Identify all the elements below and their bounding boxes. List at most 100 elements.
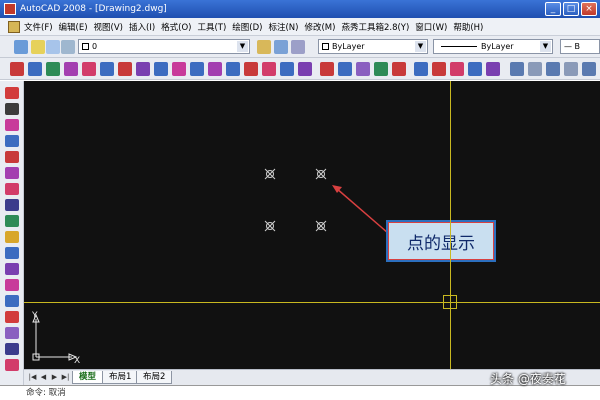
sheet-set-icon[interactable] — [468, 62, 482, 76]
tab-layout2[interactable]: 布局2 — [136, 371, 173, 384]
last-tab-icon[interactable]: ▶| — [61, 373, 70, 382]
aligned-dimension-icon[interactable] — [28, 62, 42, 76]
document-icon[interactable] — [8, 20, 20, 33]
tool-palettes-icon[interactable] — [450, 62, 464, 76]
spline-icon[interactable] — [5, 215, 19, 227]
menu-yanxiu-toolbox[interactable]: 燕秀工具箱2.8(Y) — [341, 21, 415, 33]
chevron-down-icon[interactable]: ▼ — [415, 41, 426, 52]
properties-icon[interactable] — [414, 62, 428, 76]
make-block-icon[interactable] — [5, 263, 19, 275]
revision-cloud-icon[interactable] — [5, 199, 19, 211]
tab-layout1[interactable]: 布局1 — [102, 371, 139, 384]
rectangle-icon[interactable] — [5, 151, 19, 163]
layers-properties-toolbar: 0 ▼ ByLayer ▼ ByLayer ▼ — B — [0, 36, 600, 58]
gradient-icon[interactable] — [5, 311, 19, 323]
lineweight-dropdown[interactable]: — B — [560, 39, 600, 54]
edit-icon[interactable] — [392, 62, 406, 76]
quick-dimension-icon[interactable] — [154, 62, 168, 76]
arc-icon[interactable] — [5, 167, 19, 179]
linear-dimension-icon[interactable] — [10, 62, 24, 76]
chevron-down-icon[interactable]: ▼ — [237, 41, 248, 52]
jogged-linear-icon[interactable] — [298, 62, 312, 76]
color-icon[interactable] — [374, 62, 388, 76]
menu-tools[interactable]: 工具(T) — [197, 21, 232, 33]
menu-window[interactable]: 窗口(W) — [415, 21, 453, 33]
insert-block-icon[interactable] — [5, 247, 19, 259]
center-mark-icon[interactable] — [262, 62, 276, 76]
zoom-previous-icon[interactable] — [564, 62, 578, 76]
command-line[interactable]: 命令: 取消 — [0, 385, 600, 400]
dimension-toolbar — [0, 58, 600, 80]
color-value: ByLayer — [332, 42, 365, 51]
menu-draw[interactable]: 绘图(D) — [232, 21, 268, 33]
menu-dimension[interactable]: 标注(N) — [268, 21, 304, 33]
point-icon[interactable] — [5, 279, 19, 291]
menu-insert[interactable]: 插入(I) — [129, 21, 161, 33]
ucs-y-label: Y — [32, 311, 38, 321]
inspection-icon[interactable] — [280, 62, 294, 76]
watermark: 头条 @夜奏花 — [490, 372, 566, 386]
callout-arrow — [332, 185, 389, 234]
minimize-button[interactable]: _ — [545, 2, 561, 16]
layer-freeze-icon[interactable] — [46, 40, 60, 54]
menu-view[interactable]: 视图(V) — [94, 21, 129, 33]
spacing-icon[interactable] — [208, 62, 222, 76]
menu-format[interactable]: 格式(O) — [161, 21, 197, 33]
ellipse-icon[interactable] — [5, 231, 19, 243]
continue-icon[interactable] — [190, 62, 204, 76]
layer-manager-icon[interactable] — [14, 40, 28, 54]
layer-dropdown[interactable]: 0 ▼ — [78, 39, 250, 54]
text-style-icon[interactable] — [320, 62, 334, 76]
lineweight-value: — B — [564, 42, 581, 51]
first-tab-icon[interactable]: |◀ — [28, 373, 37, 382]
markup-icon[interactable] — [486, 62, 500, 76]
zoom-realtime-icon[interactable] — [528, 62, 542, 76]
zoom-window-icon[interactable] — [546, 62, 560, 76]
layer-lock-icon[interactable] — [61, 40, 75, 54]
construction-line-icon[interactable] — [5, 103, 19, 115]
layer-on-icon[interactable] — [31, 40, 45, 54]
linetype-dropdown[interactable]: ByLayer ▼ — [433, 39, 553, 54]
menu-file[interactable]: 文件(F) — [24, 21, 59, 33]
polygon-icon[interactable] — [5, 135, 19, 147]
hatch-icon[interactable] — [5, 295, 19, 307]
menu-edit[interactable]: 编辑(E) — [59, 21, 94, 33]
design-center-icon[interactable] — [432, 62, 446, 76]
jogged-icon[interactable] — [100, 62, 114, 76]
polyline-icon[interactable] — [5, 119, 19, 131]
tolerance-icon[interactable] — [244, 62, 258, 76]
radius-icon[interactable] — [82, 62, 96, 76]
next-tab-icon[interactable]: ▶ — [50, 373, 59, 382]
circle-icon[interactable] — [5, 183, 19, 195]
line-icon[interactable] — [5, 87, 19, 99]
arc-length-icon[interactable] — [46, 62, 60, 76]
layer-previous-icon[interactable] — [274, 40, 288, 54]
regen-icon[interactable] — [582, 62, 596, 76]
ucs-x-label: X — [74, 356, 81, 366]
drawing-canvas[interactable]: 点的显示 Y X — [24, 81, 600, 369]
chevron-down-icon[interactable]: ▼ — [540, 41, 551, 52]
pan-icon[interactable] — [510, 62, 524, 76]
menu-modify[interactable]: 修改(M) — [304, 21, 341, 33]
close-button[interactable]: × — [581, 2, 597, 16]
ordinate-icon[interactable] — [64, 62, 78, 76]
menu-help[interactable]: 帮助(H) — [453, 21, 489, 33]
tab-model[interactable]: 模型 — [72, 371, 104, 384]
layer-match-icon[interactable] — [291, 40, 305, 54]
table-style-icon[interactable] — [356, 62, 370, 76]
break-icon[interactable] — [226, 62, 240, 76]
autocad-app-icon[interactable] — [4, 3, 16, 15]
table-icon[interactable] — [5, 343, 19, 355]
angular-icon[interactable] — [136, 62, 150, 76]
multiline-text-icon[interactable] — [5, 359, 19, 371]
make-current-layer-icon[interactable] — [257, 40, 271, 54]
dim-style-icon[interactable] — [338, 62, 352, 76]
color-dropdown[interactable]: ByLayer ▼ — [318, 39, 428, 54]
maximize-button[interactable]: □ — [563, 2, 579, 16]
prev-tab-icon[interactable]: ◀ — [39, 373, 48, 382]
baseline-icon[interactable] — [172, 62, 186, 76]
diameter-icon[interactable] — [118, 62, 132, 76]
menu-bar: 文件(F) 编辑(E) 视图(V) 插入(I) 格式(O) 工具(T) 绘图(D… — [0, 18, 600, 36]
layer-color-swatch — [82, 43, 89, 50]
region-icon[interactable] — [5, 327, 19, 339]
